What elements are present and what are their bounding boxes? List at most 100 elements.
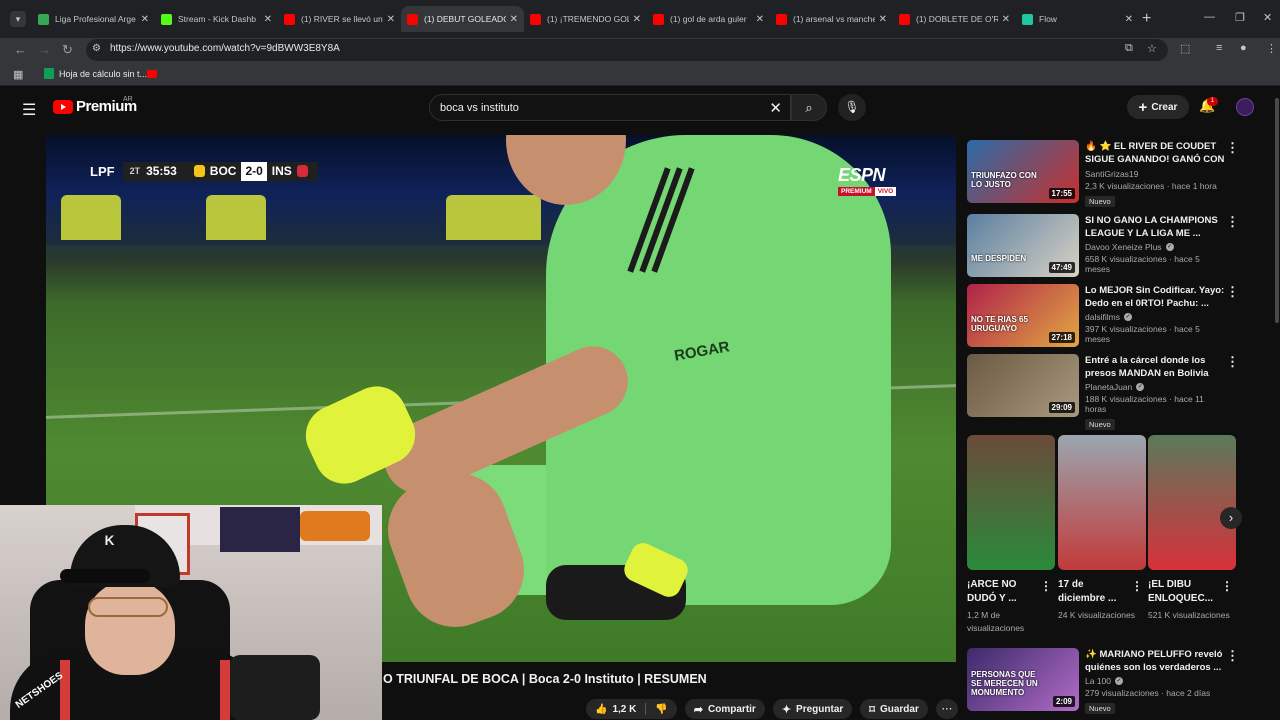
browser-tab[interactable]: (1) DEBUT GOLEADOR ✕ bbox=[401, 6, 524, 32]
video-meta: 188 K visualizaciones · hace 11 horas bbox=[1085, 394, 1204, 414]
channel-name[interactable]: SantiGrizas19 bbox=[1085, 169, 1138, 179]
video-title[interactable]: Lo MEJOR Sin Codificar. Yayo: Dedo en el… bbox=[1085, 284, 1225, 310]
minimize-icon[interactable]: — bbox=[1204, 11, 1215, 23]
recommended-video[interactable]: ME DESPIDEN 47:49 SI NO GANO LA CHAMPIONS … bbox=[967, 214, 1242, 282]
tab-title: (1) gol de arda guler bbox=[670, 14, 747, 24]
close-tab-icon[interactable]: ✕ bbox=[141, 14, 149, 25]
like-button[interactable]: 👍 1,2 K bbox=[586, 699, 645, 719]
voice-search-button[interactable]: 🎙 bbox=[838, 94, 866, 121]
browser-tab[interactable]: (1) DOBLETE DE O'RE ✕ bbox=[893, 6, 1016, 32]
short-video[interactable]: ¡EL DIBU ENLOQUEC... 521 K visualizacione… bbox=[1148, 435, 1236, 622]
shorts-next-icon[interactable]: › bbox=[1220, 507, 1242, 529]
video-thumbnail[interactable]: PERSONAS QUE SE MERECEN UN MONUMENTO 2:09 bbox=[967, 648, 1079, 711]
close-tab-icon[interactable]: ✕ bbox=[1125, 14, 1133, 25]
recommended-video[interactable]: PERSONAS QUE SE MERECEN UN MONUMENTO 2:09… bbox=[967, 648, 1242, 716]
short-video[interactable]: 17 de diciembre ... 24 K visualizaciones ⋮ bbox=[1058, 435, 1146, 622]
channel-name[interactable]: dalsifilms bbox=[1085, 312, 1120, 322]
channel-name[interactable]: PlanetaJuan bbox=[1085, 382, 1132, 392]
like-dislike-group: 👍 1,2 K 👎 bbox=[586, 699, 677, 719]
profile-icon[interactable]: ● bbox=[1240, 42, 1247, 54]
search-button[interactable]: ⌕ bbox=[791, 94, 827, 121]
close-window-icon[interactable]: ✕ bbox=[1263, 11, 1272, 24]
short-title[interactable]: ¡ARCE NO DUDÓ Y ... bbox=[967, 578, 1039, 606]
more-options-icon[interactable]: ⋮ bbox=[1226, 140, 1239, 156]
menu-icon[interactable]: ☰ bbox=[22, 100, 36, 120]
short-thumbnail[interactable] bbox=[1058, 435, 1146, 570]
new-tab-button[interactable]: + bbox=[1142, 10, 1151, 28]
video-title[interactable]: 🔥 ⭐ EL RIVER DE COUDET SIGUE GANANDO! GA… bbox=[1085, 140, 1225, 167]
close-tab-icon[interactable]: ✕ bbox=[387, 14, 395, 25]
close-tab-icon[interactable]: ✕ bbox=[264, 14, 272, 25]
short-video[interactable]: ¡ARCE NO DUDÓ Y ... 1,2 M de visualizacio… bbox=[967, 435, 1055, 635]
close-tab-icon[interactable]: ✕ bbox=[879, 14, 887, 25]
more-options-icon[interactable]: ⋮ bbox=[1040, 579, 1052, 593]
close-tab-icon[interactable]: ✕ bbox=[756, 14, 764, 25]
clear-search-icon[interactable]: ✕ bbox=[769, 99, 782, 117]
tab-search-button[interactable]: ▾ bbox=[10, 11, 26, 27]
recommended-video[interactable]: NO TE RIAS 65 URUGUAYO 27:18 Lo MEJOR Sin … bbox=[967, 284, 1242, 352]
dislike-button[interactable]: 👎 bbox=[646, 699, 676, 719]
bookmark-star-icon[interactable]: ☆ bbox=[1147, 42, 1157, 55]
recommended-video[interactable]: 29:09 Entré a la cárcel donde los presos … bbox=[967, 354, 1242, 430]
bookmark-youtube-icon[interactable] bbox=[147, 70, 157, 78]
ask-button[interactable]: ✦ Preguntar bbox=[772, 699, 853, 719]
video-thumbnail[interactable]: TRIUNFAZO CON LO JUSTO 17:55 bbox=[967, 140, 1079, 203]
video-thumbnail[interactable]: ME DESPIDEN 47:49 bbox=[967, 214, 1079, 277]
short-title[interactable]: 17 de diciembre ... bbox=[1058, 578, 1130, 606]
extensions-icon[interactable]: ⬚ bbox=[1180, 42, 1190, 55]
more-options-icon[interactable]: ⋮ bbox=[1226, 354, 1239, 370]
install-app-icon[interactable]: ⧉ bbox=[1125, 42, 1133, 55]
browser-tab[interactable]: (1) ¡TREMENDO GOL ✕ bbox=[524, 6, 647, 32]
new-badge: Nuevo bbox=[1085, 196, 1115, 207]
back-icon[interactable]: ← bbox=[14, 42, 27, 57]
search-box[interactable]: boca vs instituto ✕ bbox=[429, 94, 791, 121]
address-bar[interactable]: ⚙ https://www.youtube.com/watch?v=9dBWW3… bbox=[86, 39, 1168, 61]
restore-icon[interactable]: ❐ bbox=[1235, 11, 1245, 24]
more-options-icon[interactable]: ⋮ bbox=[1226, 214, 1239, 230]
verified-icon: ✓ bbox=[1165, 243, 1174, 251]
save-button[interactable]: ⌑ Guardar bbox=[860, 699, 928, 719]
search-input[interactable]: boca vs instituto bbox=[440, 102, 519, 114]
close-tab-icon[interactable]: ✕ bbox=[633, 14, 641, 25]
browser-tab[interactable]: (1) arsenal vs manche ✕ bbox=[770, 6, 893, 32]
browser-tab[interactable]: Flow ✕ bbox=[1016, 6, 1139, 32]
account-avatar[interactable] bbox=[1236, 98, 1254, 116]
browser-menu-icon[interactable]: ⋮ bbox=[1266, 42, 1277, 55]
page-scrollbar[interactable] bbox=[1275, 98, 1279, 323]
url-text[interactable]: https://www.youtube.com/watch?v=9dBWW3E8… bbox=[110, 43, 340, 54]
bookmark-spreadsheet[interactable]: Hoja de cálculo sin t... bbox=[44, 68, 147, 79]
apps-grid-icon[interactable]: ▦ bbox=[13, 68, 23, 81]
create-button[interactable]: + Crear bbox=[1127, 95, 1189, 119]
browser-tab[interactable]: Liga Profesional Arge ✕ bbox=[32, 6, 155, 32]
shelf-figure bbox=[300, 511, 370, 541]
reload-icon[interactable]: ↻ bbox=[62, 42, 73, 58]
bookmark-label: Hoja de cálculo sin t... bbox=[59, 68, 148, 79]
close-tab-icon[interactable]: ✕ bbox=[1002, 14, 1010, 25]
short-views: 1,2 M de visualizaciones bbox=[967, 610, 1025, 633]
reading-list-icon[interactable]: ≡ bbox=[1216, 42, 1222, 54]
more-options-icon[interactable]: ⋮ bbox=[1226, 284, 1239, 300]
more-actions-icon[interactable]: ⋯ bbox=[935, 699, 958, 719]
home-team: BOC bbox=[183, 161, 242, 181]
share-button[interactable]: ➦ Compartir bbox=[684, 699, 765, 719]
browser-tab[interactable]: Stream - Kick Dashb ✕ bbox=[155, 6, 278, 32]
recommended-video[interactable]: TRIUNFAZO CON LO JUSTO 17:55 🔥 ⭐ EL RIVER … bbox=[967, 140, 1242, 208]
browser-tab[interactable]: (1) gol de arda guler ✕ bbox=[647, 6, 770, 32]
short-thumbnail[interactable] bbox=[967, 435, 1055, 570]
more-options-icon[interactable]: ⋮ bbox=[1131, 579, 1143, 593]
video-title[interactable]: Entré a la cárcel donde los presos MANDA… bbox=[1085, 354, 1225, 380]
short-thumbnail[interactable] bbox=[1148, 435, 1236, 570]
channel-name[interactable]: La 100 bbox=[1085, 676, 1111, 686]
tab-favicon-icon bbox=[284, 13, 295, 25]
youtube-premium-logo[interactable]: Premium AR bbox=[53, 96, 137, 115]
video-title[interactable]: SI NO GANO LA CHAMPIONS LEAGUE Y LA LIGA… bbox=[1085, 214, 1225, 240]
video-thumbnail[interactable]: 29:09 bbox=[967, 354, 1079, 417]
more-options-icon[interactable]: ⋮ bbox=[1221, 579, 1233, 593]
short-title[interactable]: ¡EL DIBU ENLOQUEC... bbox=[1148, 578, 1220, 606]
site-info-icon[interactable]: ⚙ bbox=[92, 43, 101, 54]
video-thumbnail[interactable]: NO TE RIAS 65 URUGUAYO 27:18 bbox=[967, 284, 1079, 347]
forward-icon[interactable]: → bbox=[38, 42, 51, 57]
channel-name[interactable]: Davoo Xeneize Plus bbox=[1085, 242, 1162, 252]
close-tab-icon[interactable]: ✕ bbox=[510, 14, 518, 25]
browser-tab[interactable]: (1) RIVER se llevó una ✕ bbox=[278, 6, 401, 32]
